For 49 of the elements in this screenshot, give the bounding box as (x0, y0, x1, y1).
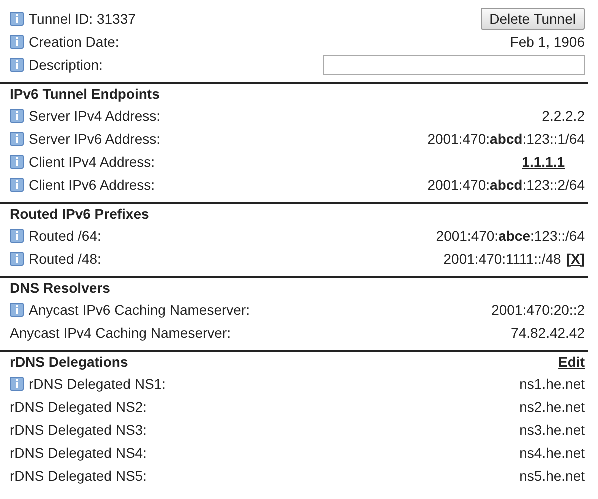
field-value: 2001:470:abcd:123::2/64 (428, 176, 585, 192)
field-label: Anycast IPv4 Caching Nameserver: (10, 324, 231, 340)
field-label: Server IPv6 Address: (29, 130, 161, 146)
info-icon[interactable] (10, 302, 24, 316)
section-heading: IPv6 Tunnel Endpoints (10, 86, 160, 102)
field-value: 2001:470:20::2 (492, 302, 585, 318)
delete-button[interactable]: Delete Tunnel (480, 8, 585, 30)
section-heading: Routed IPv6 Prefixes (10, 206, 150, 222)
field-label: rDNS Delegated NS4: (10, 444, 147, 460)
info-icon[interactable] (10, 178, 24, 192)
field-value: ns2.he.net (520, 398, 585, 414)
field-value: ns3.he.net (520, 422, 585, 438)
edit-link[interactable]: Edit (558, 354, 585, 370)
field-value: ns1.he.net (520, 376, 585, 392)
field-value: ns5.he.net (520, 468, 585, 484)
info-icon[interactable] (10, 376, 24, 390)
info-icon[interactable] (10, 108, 24, 122)
field-label: Routed /64: (29, 228, 102, 244)
info-icon[interactable] (10, 58, 24, 72)
field-label: rDNS Delegated NS1: (29, 376, 166, 392)
field-value: 2001:470:abce:123::/64 (436, 228, 585, 244)
address-link[interactable]: 1.1.1.1 (522, 154, 565, 170)
field-label: Client IPv6 Address: (29, 176, 156, 192)
description-field[interactable] (323, 54, 585, 74)
field-label: rDNS Delegated NS3: (10, 422, 147, 438)
field-label: Tunnel ID: 31337 (29, 10, 136, 26)
info-icon[interactable] (10, 12, 24, 26)
field-value: 2001:470:abcd:123::1/64 (428, 130, 585, 146)
field-label: Anycast IPv6 Caching Nameserver: (29, 302, 250, 318)
field-label: Server IPv4 Address: (29, 108, 161, 124)
info-icon[interactable] (10, 252, 24, 266)
info-icon[interactable] (10, 132, 24, 146)
field-value: Feb 1, 1906 (510, 34, 585, 50)
remove-link[interactable]: [X] (566, 250, 585, 266)
info-icon[interactable] (10, 154, 24, 168)
field-label: rDNS Delegated NS5: (10, 468, 147, 484)
field-label: Routed /48: (29, 250, 102, 266)
info-icon[interactable] (10, 34, 24, 48)
field-label: Creation Date: (29, 34, 120, 50)
field-label: rDNS Delegated NS2: (10, 398, 147, 414)
section-heading: DNS Resolvers (10, 280, 110, 296)
field-label: Description: (29, 56, 103, 72)
field-value: 74.82.42.42 (511, 324, 585, 340)
section-heading: rDNS Delegations (10, 354, 128, 370)
field-label: Client IPv4 Address: (29, 154, 156, 170)
field-value: 2001:470:1111::/48 (444, 250, 562, 266)
field-value: ns4.he.net (520, 444, 585, 460)
field-value: 2.2.2.2 (542, 108, 585, 124)
info-icon[interactable] (10, 228, 24, 242)
